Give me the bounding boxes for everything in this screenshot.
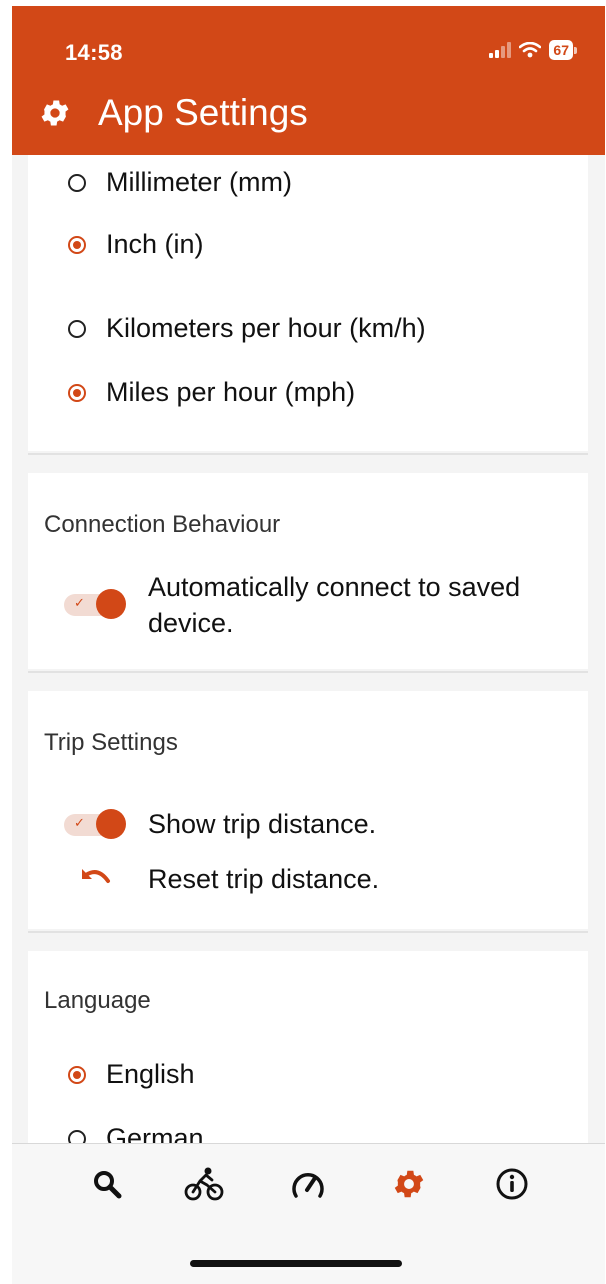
bicycle-icon: [184, 1167, 224, 1201]
radio-option-english[interactable]: English: [68, 1059, 195, 1090]
tab-speedometer[interactable]: [288, 1164, 328, 1204]
undo-icon[interactable]: [78, 865, 112, 887]
section-title-language: Language: [44, 987, 151, 1014]
radio-label: Inch (in): [106, 229, 204, 259]
radio-option-mph[interactable]: Miles per hour (mph): [68, 377, 355, 408]
radio-label: English: [106, 1059, 195, 1089]
section-title-connection: Connection Behaviour: [44, 511, 281, 538]
section-divider: [28, 931, 588, 933]
radio-button[interactable]: [68, 1129, 86, 1143]
section-divider: [28, 453, 588, 455]
status-icons: 67: [489, 40, 577, 60]
radio-option-german[interactable]: German: [68, 1123, 204, 1143]
tab-search[interactable]: [87, 1164, 127, 1204]
radio-option-millimeter[interactable]: Millimeter (mm): [68, 167, 292, 198]
page-title: App Settings: [98, 92, 308, 133]
wifi-icon: [519, 42, 542, 58]
radio-option-inch[interactable]: Inch (in): [68, 229, 204, 260]
radio-button[interactable]: [68, 319, 86, 338]
tab-info[interactable]: [492, 1164, 532, 1204]
settings-content[interactable]: Millimeter (mm) Inch (in) Kilometers per…: [12, 155, 605, 1143]
radio-button[interactable]: [68, 173, 86, 192]
app-header: 14:58 67 App Settings: [12, 6, 605, 155]
radio-button-selected[interactable]: [68, 1065, 86, 1084]
gear-icon: [394, 1170, 424, 1198]
language-card: [28, 951, 588, 1143]
signal-icon: [489, 42, 512, 58]
tab-bike[interactable]: [184, 1164, 224, 1204]
section-divider: [28, 671, 588, 673]
show-trip-distance-label: Show trip distance.: [148, 809, 377, 839]
home-indicator[interactable]: [190, 1260, 402, 1267]
radio-option-kmh[interactable]: Kilometers per hour (km/h): [68, 313, 426, 344]
battery-icon: 67: [549, 40, 577, 60]
gear-icon: [41, 100, 69, 126]
auto-connect-toggle[interactable]: ✓: [62, 589, 126, 619]
tab-settings[interactable]: [389, 1164, 429, 1204]
search-icon: [94, 1171, 122, 1199]
show-trip-distance-toggle[interactable]: ✓: [62, 809, 126, 839]
auto-connect-label: Automatically connect to saved device.: [148, 572, 521, 638]
section-title-trip: Trip Settings: [44, 729, 178, 756]
radio-label: German: [106, 1123, 204, 1143]
radio-label: Millimeter (mm): [106, 167, 292, 197]
status-time: 14:58: [65, 40, 123, 65]
app-screen: 14:58 67 App Settings Millimeter (mm) In…: [12, 6, 605, 1284]
page-title-row: App Settings: [38, 92, 308, 134]
radio-label: Kilometers per hour (km/h): [106, 313, 426, 343]
radio-button-selected[interactable]: [68, 383, 86, 402]
radio-label: Miles per hour (mph): [106, 377, 356, 407]
check-icon: ✓: [74, 815, 85, 830]
speedometer-icon: [292, 1173, 324, 1198]
info-icon: [496, 1168, 528, 1200]
radio-button-selected[interactable]: [68, 235, 86, 254]
check-icon: ✓: [74, 595, 85, 610]
battery-level: 67: [549, 40, 573, 60]
reset-trip-distance-button[interactable]: Reset trip distance.: [148, 861, 379, 897]
